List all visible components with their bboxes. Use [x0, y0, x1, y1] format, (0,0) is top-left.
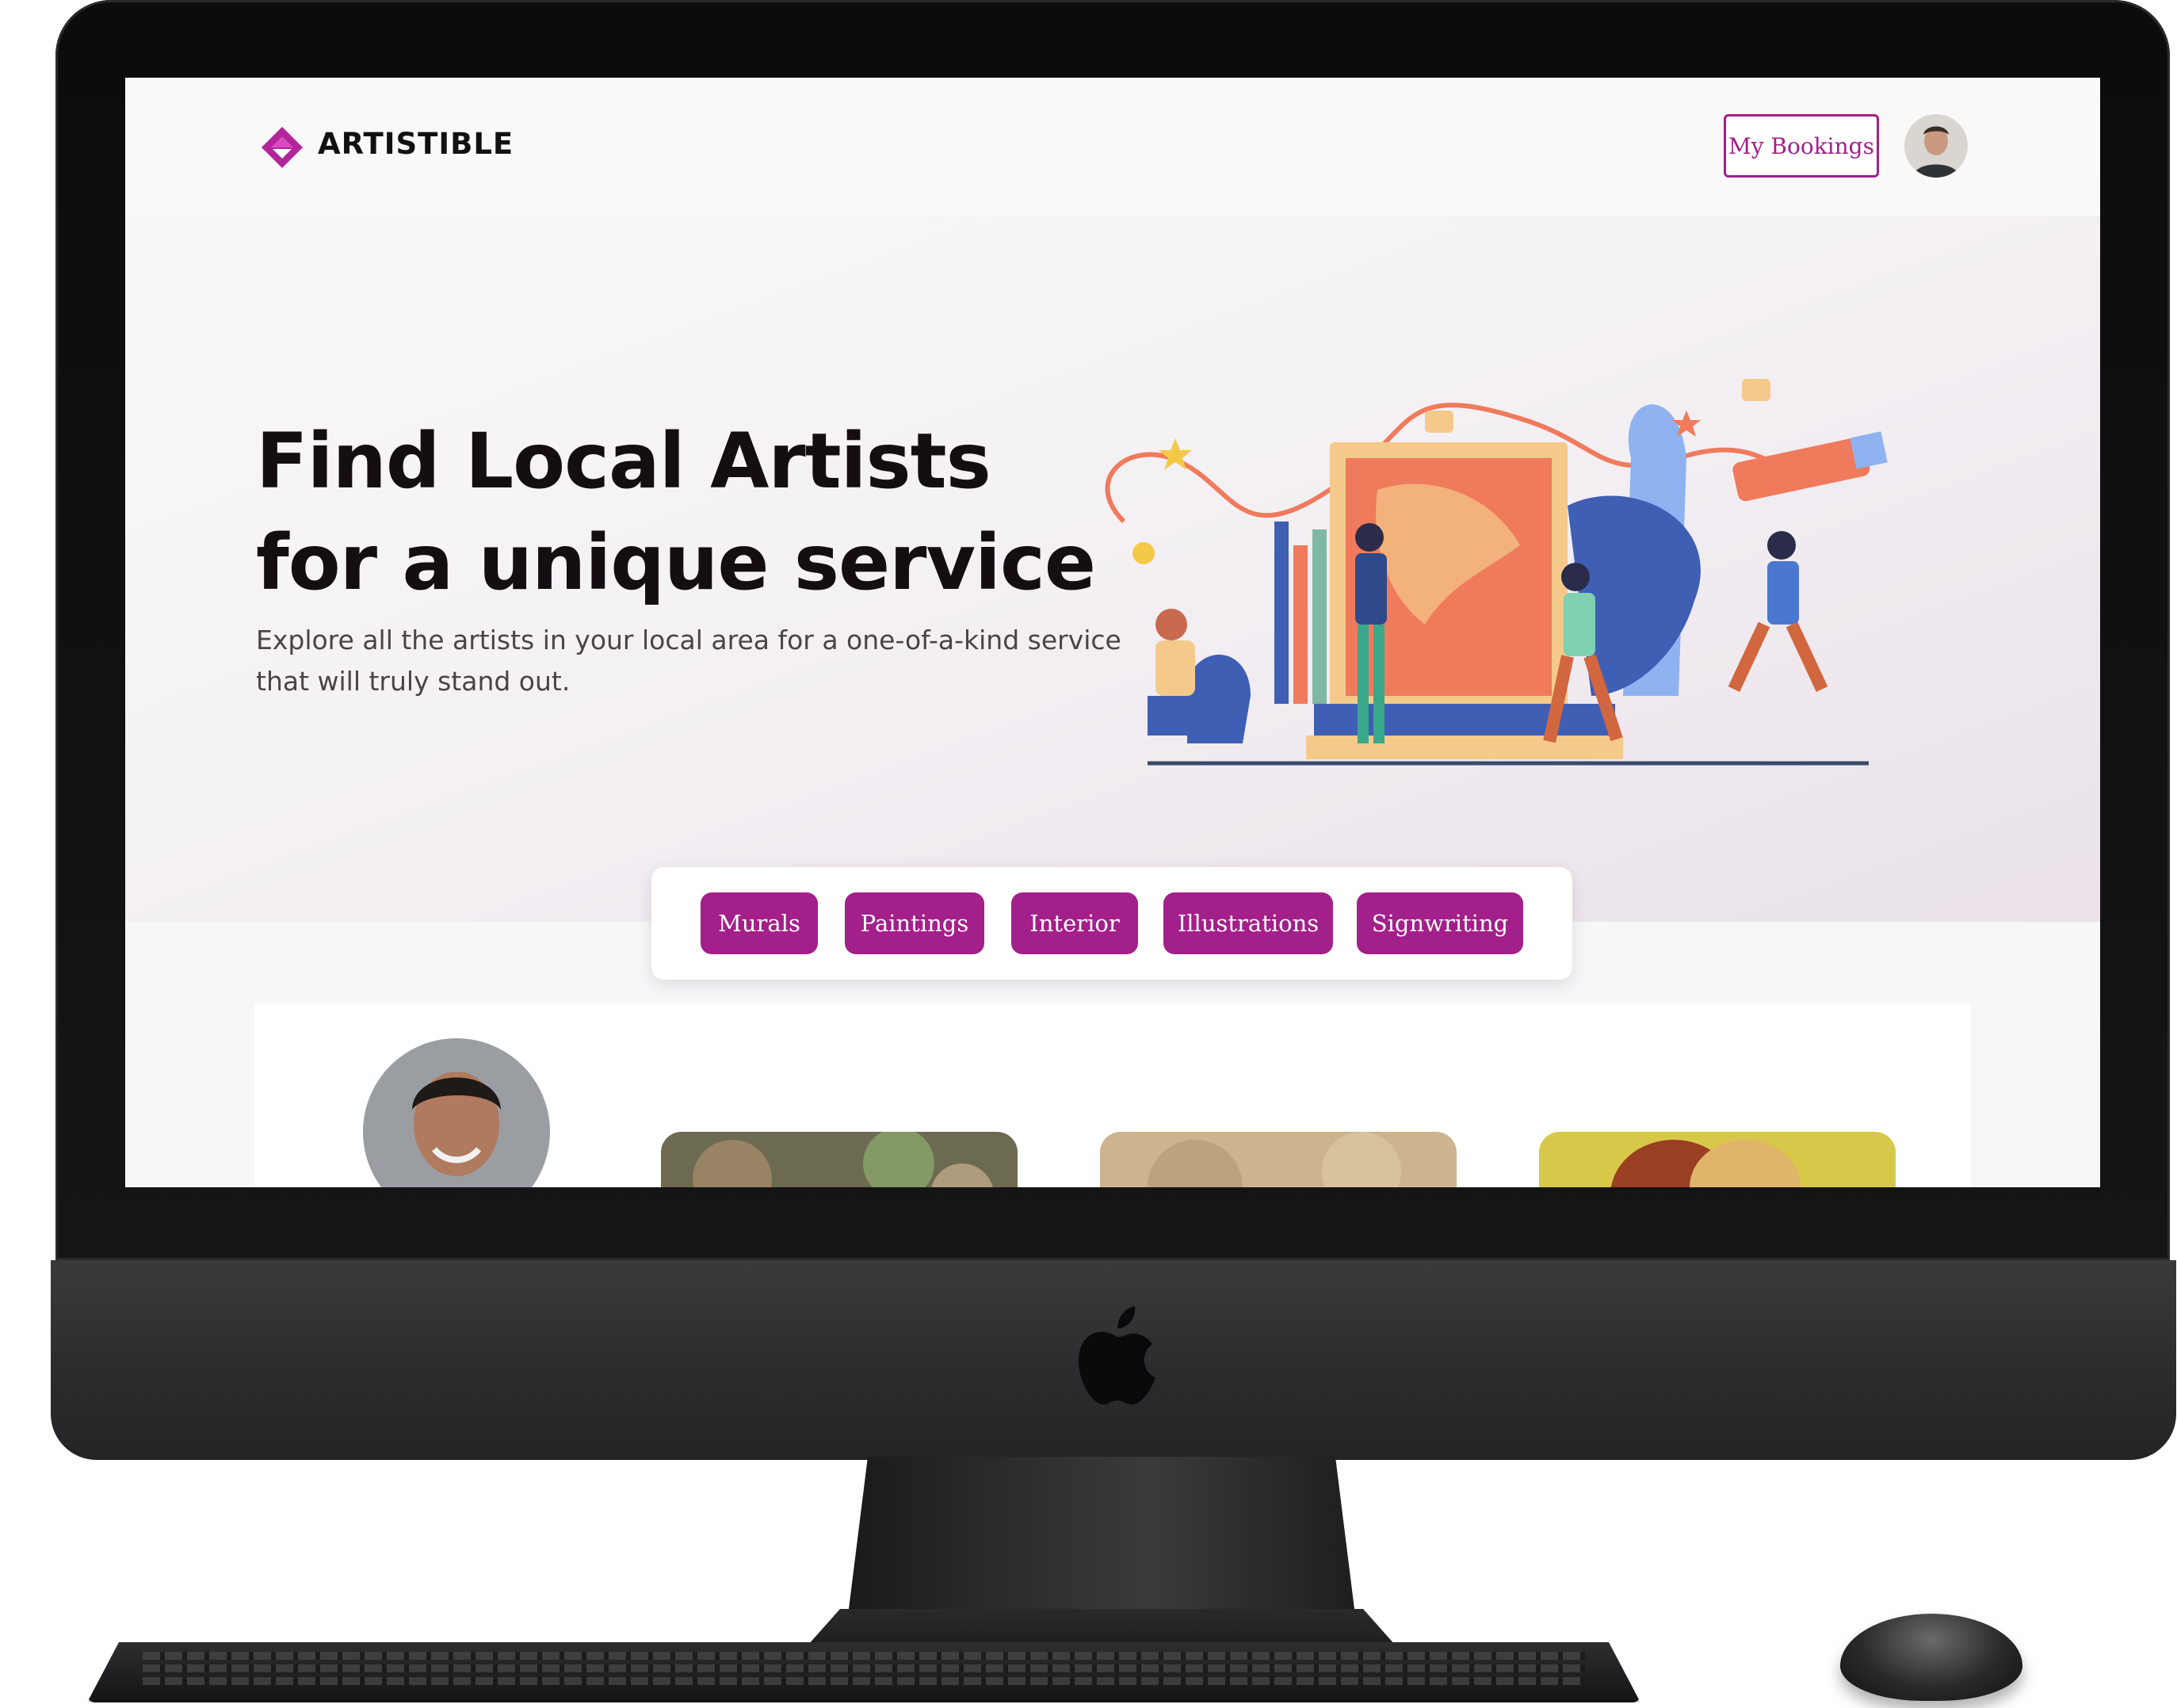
keyboard-keys	[143, 1652, 1585, 1660]
keyboard-keys	[143, 1664, 1585, 1672]
monitor-stand	[848, 1457, 1355, 1615]
category-paintings-button[interactable]: Paintings	[845, 892, 984, 954]
hero-subtext-line-2: that will truly stand out.	[256, 666, 571, 697]
hero-subtext-line-1: Explore all the artists in your local ar…	[256, 625, 1121, 655]
user-avatar[interactable]	[1904, 114, 1968, 178]
category-signwriting-button[interactable]: Signwriting	[1357, 892, 1523, 954]
category-illustrations-button[interactable]: Illustrations	[1163, 892, 1333, 954]
mouse	[1840, 1614, 2022, 1701]
hero-subtext: Explore all the artists in your local ar…	[256, 620, 1128, 702]
my-bookings-button[interactable]: My Bookings	[1724, 114, 1879, 178]
hero-headline-line-1: Find Local Artists	[256, 417, 991, 506]
apple-logo-icon	[1078, 1306, 1155, 1404]
category-murals-button[interactable]: Murals	[701, 892, 818, 954]
artists-illustration	[1105, 379, 1888, 766]
artwork-thumbnail[interactable]	[1539, 1132, 1896, 1187]
hero-headline-line-2: for a unique service	[256, 518, 1096, 607]
artwork-thumbnail[interactable]	[1100, 1132, 1457, 1187]
hero-headline: Find Local Artists for a unique service	[256, 411, 1207, 613]
keyboard-keys	[143, 1677, 1585, 1685]
screen: ARTISTIBLE My Bookings Find Local Artist…	[125, 78, 2100, 1187]
brand-name[interactable]: ARTISTIBLE	[318, 127, 514, 161]
brand-logo-icon[interactable]	[260, 125, 304, 170]
category-filter-bar: Murals Paintings Interior Illustrations …	[651, 867, 1572, 980]
category-interior-button[interactable]: Interior	[1011, 892, 1138, 954]
artwork-thumbnail[interactable]	[661, 1132, 1018, 1187]
